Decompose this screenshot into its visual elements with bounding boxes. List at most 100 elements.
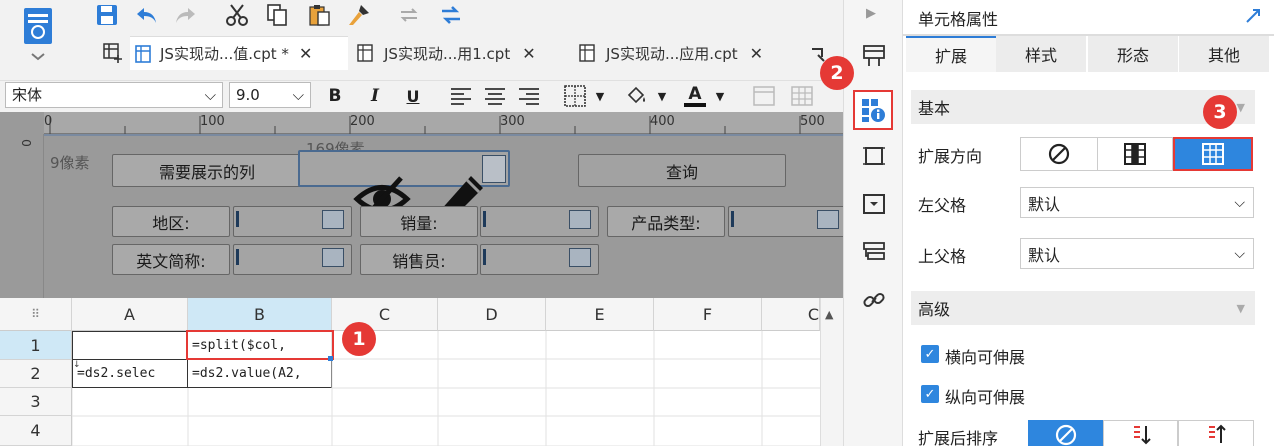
font-size-value: 9.0 [236,86,260,104]
salesman-combo[interactable] [480,244,599,275]
column-header[interactable]: A [72,298,188,331]
column-header[interactable]: D [438,298,546,331]
left-parent-select[interactable]: 默认 ⌵ [1020,187,1254,218]
tab-file-3[interactable]: JS实现动...应用.cpt ✕ [574,36,794,70]
tab-other[interactable]: 其他 [1179,36,1269,72]
region-label: 地区: [112,206,230,237]
section-title: 基本 [918,99,951,118]
tab-file-2[interactable]: JS实现动...用1.cpt ✕ [352,36,568,70]
undo-icon[interactable] [132,2,162,28]
cell-attribute-icon[interactable] [853,90,893,130]
dropdown-button[interactable] [322,248,344,267]
cell-grid[interactable]: ⠿ A B C D E F C 1 2 3 4 =split($col, =ds… [0,298,820,446]
close-icon[interactable]: ✕ [522,44,535,63]
italic-button[interactable]: I [362,84,388,108]
horizontal-expand-icon [1202,143,1224,165]
tab-label: JS实现动...应用.cpt [606,44,738,63]
tab-form[interactable]: 形态 [1088,36,1178,72]
scroll-up-icon[interactable]: ▲ [825,308,833,321]
region-combo[interactable] [233,206,352,237]
tab-label: JS实现动...用1.cpt [384,44,511,63]
column-header[interactable]: E [546,298,654,331]
product-type-label: 产品类型: [607,206,725,237]
abbr-combo[interactable] [233,244,352,275]
dropdown-button[interactable] [569,248,591,267]
fill-color-icon[interactable] [622,84,652,108]
column-header[interactable]: B [188,298,332,331]
collapse-arrow-icon[interactable]: ▶ [866,6,876,21]
ruler-tick: 0 [44,114,53,129]
select-all-corner[interactable]: ⠿ [0,298,72,331]
border-icon[interactable] [560,84,590,108]
expand-none-button[interactable] [1020,137,1098,171]
align-left-icon[interactable] [448,84,474,108]
widget-element-icon[interactable] [860,190,888,218]
v-expand-checkbox[interactable]: ✓ [921,385,939,403]
sort-none-button[interactable] [1028,420,1103,446]
paste-icon[interactable] [304,2,334,28]
save-icon[interactable] [92,2,122,28]
no-expand-icon [1048,143,1070,165]
template-logo-icon[interactable] [16,4,60,64]
query-button[interactable]: 查询 [578,154,786,187]
product-type-combo[interactable] [728,206,847,237]
swap-icon[interactable] [436,2,466,28]
sort-desc-button[interactable] [1178,420,1254,446]
vertical-ruler: 0 [0,134,44,298]
format-painter-icon[interactable] [344,2,374,28]
redo-icon[interactable] [170,2,200,28]
tab-file-1[interactable]: JS实现动...值.cpt * ✕ [130,36,348,70]
refresh-icon[interactable] [394,2,424,28]
font-family-select[interactable]: 宋体 ⌵ [5,82,223,108]
chevron-down-icon[interactable]: ▼ [592,84,608,108]
close-icon[interactable]: ✕ [299,44,312,63]
tab-style[interactable]: 样式 [996,36,1086,72]
merge-cells-icon[interactable] [750,84,778,108]
expand-panel-icon[interactable] [1243,6,1263,26]
row-header[interactable]: 4 [0,416,72,446]
expand-direction-label: 扩展方向 [918,147,983,166]
close-icon[interactable]: ✕ [750,44,763,63]
font-size-select[interactable]: 9.0 ⌵ [229,82,311,108]
cut-icon[interactable] [222,2,252,28]
step-badge-2: 2 [820,56,854,90]
expand-horizontal-button[interactable] [1173,137,1253,171]
horizontal-ruler: 0 100 200 300 400 500 [44,112,843,134]
row-header[interactable]: 2 [0,360,72,388]
fill-handle[interactable] [328,356,333,361]
upper-parent-select[interactable]: 默认 ⌵ [1020,238,1254,269]
sort-asc-button[interactable] [1103,420,1178,446]
split-cells-icon[interactable] [788,84,816,108]
row-header[interactable]: 1 [0,331,72,360]
column-label[interactable]: 需要展示的列 [112,154,302,187]
ruler-tick: 400 [650,114,675,129]
widget-settings-icon[interactable] [860,42,888,70]
h-expand-checkbox[interactable]: ✓ [921,345,939,363]
expand-vertical-button[interactable] [1097,137,1173,171]
new-template-icon[interactable] [100,40,126,66]
bold-button[interactable]: B [322,84,348,108]
underline-button[interactable]: U [400,84,426,108]
condition-attribute-icon[interactable] [860,238,888,266]
dropdown-button[interactable] [817,210,839,229]
advanced-section-header[interactable]: 高级 ▼ [911,291,1255,325]
hyperlink-icon[interactable] [860,286,888,314]
cell-element-icon[interactable] [860,142,888,170]
row-header[interactable]: 3 [0,388,72,416]
dropdown-button[interactable] [569,210,591,229]
copy-icon[interactable] [262,2,292,28]
chevron-down-icon[interactable]: ▼ [654,84,670,108]
align-right-icon[interactable] [516,84,542,108]
vertical-scrollbar[interactable]: ▲ [820,298,843,446]
align-center-icon[interactable] [482,84,508,108]
chevron-down-icon[interactable]: ▼ [712,84,728,108]
sales-combo[interactable] [480,206,599,237]
column-header[interactable]: F [654,298,762,331]
abbr-label: 英文简称: [112,244,230,275]
tab-expand[interactable]: 扩展 [906,36,996,72]
font-color-button[interactable]: A [680,82,710,110]
dropdown-button[interactable] [322,210,344,229]
cpt-file-icon [574,44,600,62]
ruler-tick: 200 [350,114,375,129]
column-header[interactable]: C [762,298,820,331]
